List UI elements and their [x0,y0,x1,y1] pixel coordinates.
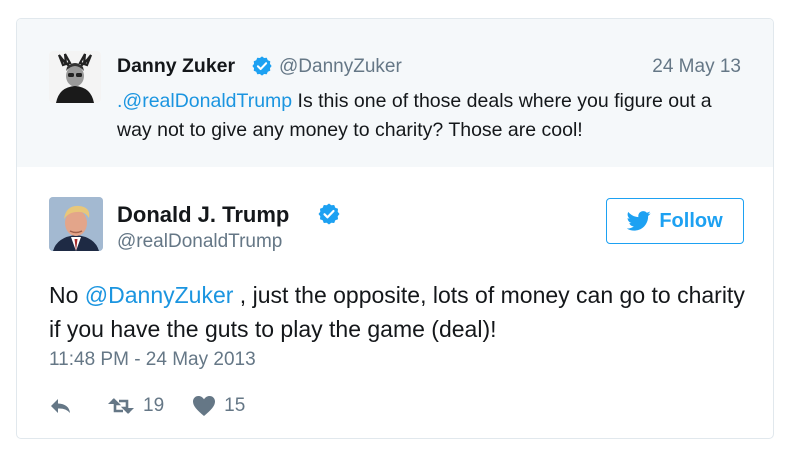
mention-link[interactable]: .@realDonaldTrump [117,90,292,112]
like-count: 15 [224,395,246,416]
heart-icon [193,396,216,416]
tweet-handle[interactable]: @realDonaldTrump [117,231,282,253]
embedded-tweet-card: Danny Zuker @DannyZuker 24 May 13 .@real… [16,18,774,439]
parent-handle[interactable]: @DannyZuker [279,56,402,78]
verified-badge-icon [252,56,272,76]
parent-tweet[interactable]: Danny Zuker @DannyZuker 24 May 13 .@real… [17,19,773,167]
verified-badge-icon [318,203,340,225]
tweet-text-prefix: No [49,282,85,308]
retweet-button[interactable]: 19 [107,395,164,417]
follow-button-label: Follow [659,209,723,232]
parent-display-name[interactable]: Danny Zuker [117,55,235,78]
retweet-icon [108,398,134,414]
tweet-actions: 19 15 [49,393,245,419]
mention-link[interactable]: @DannyZuker [85,282,234,308]
donald-trump-avatar[interactable] [49,197,103,251]
danny-zuker-avatar[interactable] [49,51,101,103]
twitter-bird-icon [627,211,651,231]
retweet-count: 19 [143,395,165,416]
tweet-text: No @DannyZuker , just the opposite, lots… [49,278,749,346]
tweet-timestamp[interactable]: 11:48 PM - 24 May 2013 [49,349,256,371]
reply-icon [51,399,70,413]
parent-date[interactable]: 24 May 13 [652,56,741,78]
parent-tweet-text: .@realDonaldTrump Is this one of those d… [117,87,737,145]
tweet-display-name[interactable]: Donald J. Trump [117,202,289,228]
reply-button[interactable] [49,396,73,416]
like-button[interactable]: 15 [192,395,245,417]
follow-button[interactable]: Follow [606,198,744,244]
